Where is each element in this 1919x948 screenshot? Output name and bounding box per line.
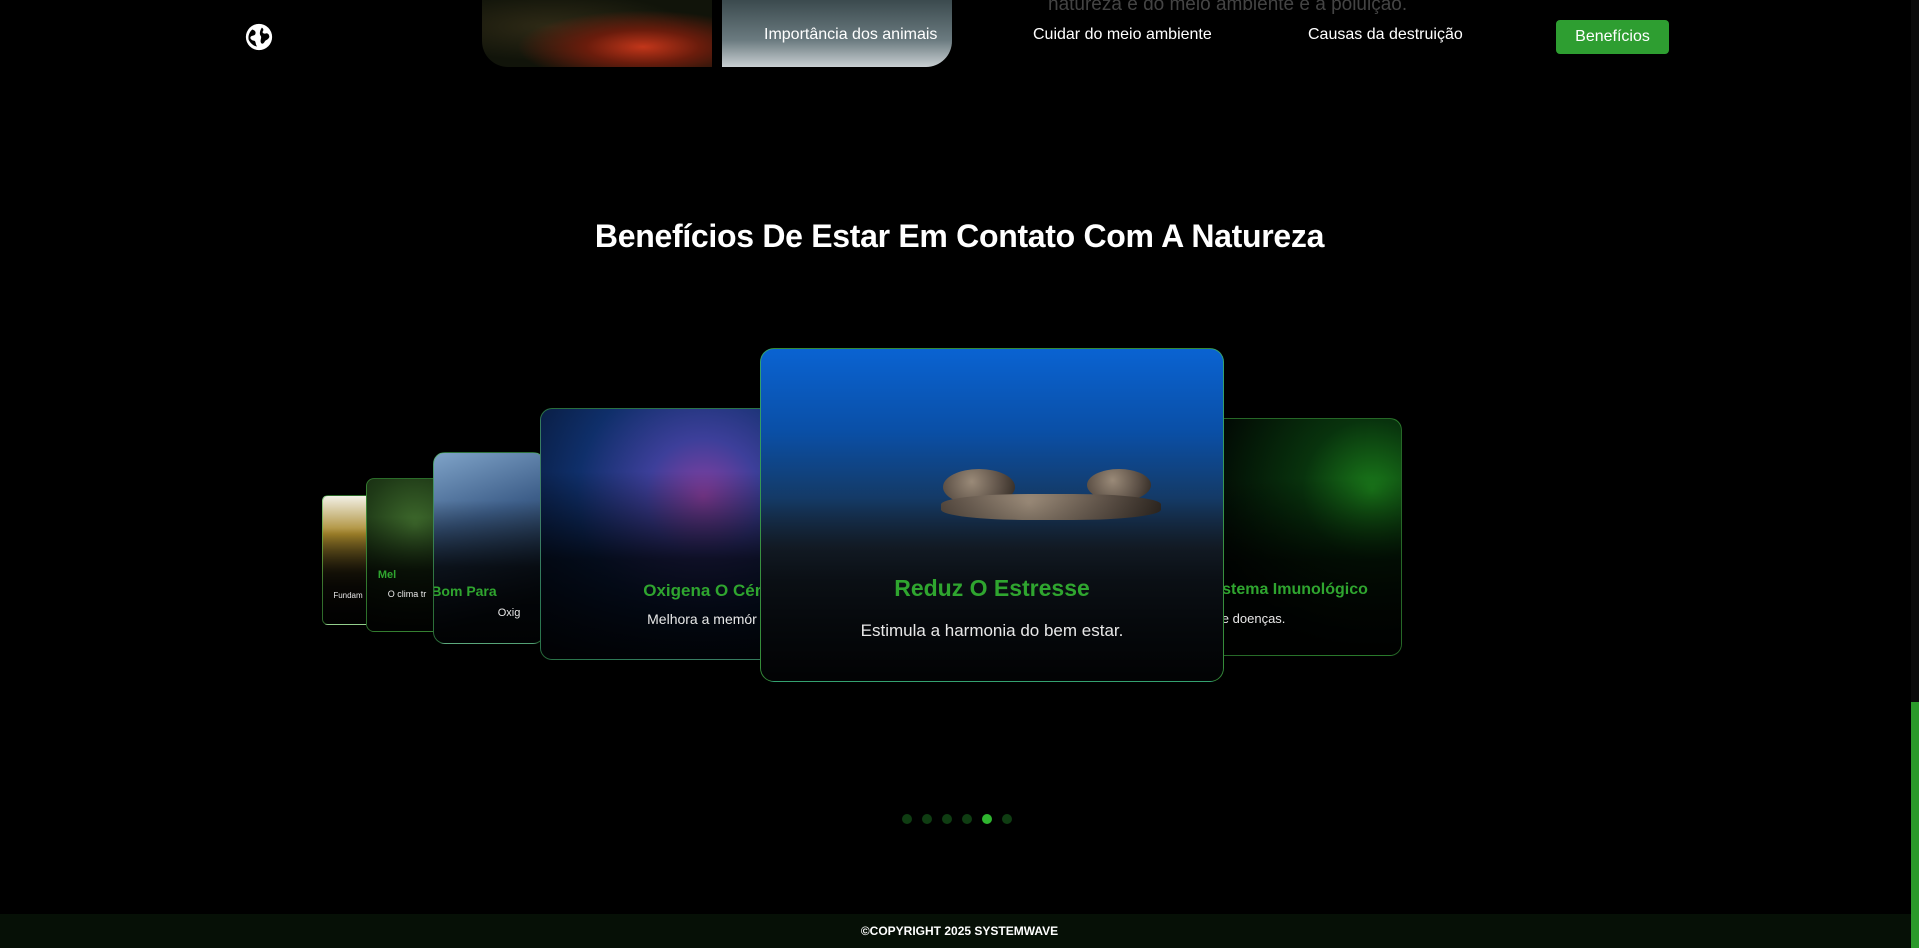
pagination-dot-active[interactable] xyxy=(982,814,992,824)
nav-link-animais[interactable]: Importância dos animais xyxy=(764,26,937,44)
pagination-dot[interactable] xyxy=(1002,814,1012,824)
card-description: Estimula a harmonia do bem estar. xyxy=(860,621,1124,640)
pagination-dot[interactable] xyxy=(922,814,932,824)
footer: ©COPYRIGHT 2025 SYSTEMWAVE xyxy=(0,914,1919,948)
card-description: de doenças. xyxy=(1214,611,1286,626)
carousel-card[interactable]: Oxigena O Cére Melhora a memór xyxy=(540,408,774,660)
pagination-dot[interactable] xyxy=(902,814,912,824)
card-title: stema Imunológico xyxy=(1222,581,1368,598)
globe-icon[interactable] xyxy=(244,22,274,52)
top-navbar: natureza e do meio ambiente e a poluição… xyxy=(0,0,1919,70)
scrollbar-thumb[interactable] xyxy=(1911,702,1919,948)
nav-link-causas[interactable]: Causas da destruição xyxy=(1308,26,1463,44)
carousel-pagination xyxy=(902,814,1012,824)
pagination-dot[interactable] xyxy=(942,814,952,824)
carousel-card[interactable]: Bom Para Oxig xyxy=(433,452,545,644)
nav-link-cuidar[interactable]: Cuidar do meio ambiente xyxy=(1033,26,1212,44)
card-title: Mel xyxy=(377,569,397,581)
card-description: Oxig xyxy=(497,607,521,619)
previous-section-text: natureza e do meio ambiente e a poluição… xyxy=(1048,0,1408,15)
card-title: Bom Para xyxy=(433,583,497,599)
fire-forest-image xyxy=(482,0,712,67)
section-title: Benefícios De Estar Em Contato Com A Nat… xyxy=(594,218,1325,254)
pagination-dot[interactable] xyxy=(962,814,972,824)
copyright-text: ©COPYRIGHT 2025 SYSTEMWAVE xyxy=(860,924,1059,938)
card-description: Melhora a memór xyxy=(647,611,757,627)
card-title: Oxigena O Cére xyxy=(643,581,771,600)
nav-beneficios-button[interactable]: Benefícios xyxy=(1556,20,1669,54)
card-title: Reduz O Estresse xyxy=(894,575,1090,601)
scrollbar[interactable] xyxy=(1911,0,1919,948)
carousel-card[interactable]: stema Imunológico de doenças. xyxy=(1208,418,1402,656)
carousel-card-active[interactable]: Reduz O Estresse Estimula a harmonia do … xyxy=(760,348,1224,682)
